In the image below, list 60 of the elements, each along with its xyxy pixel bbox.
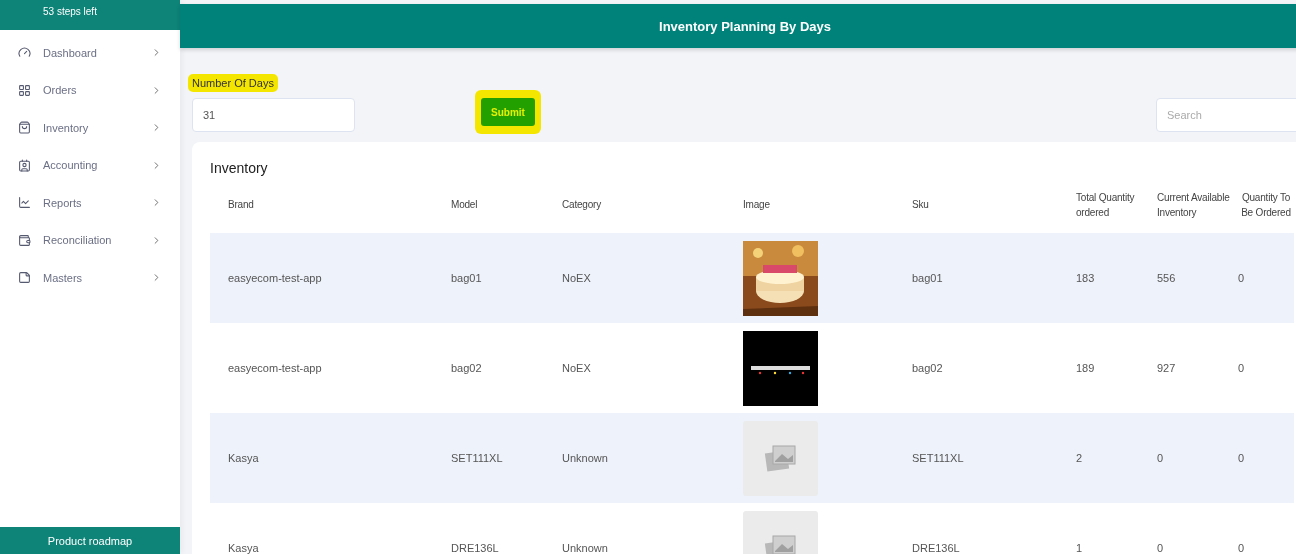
table-cell: 0 [1157,413,1238,503]
sidebar-item[interactable]: Masters [0,259,180,297]
table-cell: Unknown [544,413,725,503]
column-header: Current Available Inventory [1157,176,1238,233]
table-cell: 0 [1238,233,1294,323]
page-header: Inventory Planning By Days [180,4,1296,48]
wallet-icon [18,233,31,247]
table-cell: Unknown [544,503,725,554]
gauge-icon [18,46,31,60]
column-header: Quantity To Be Ordered [1238,176,1294,233]
column-header: Total Quantity ordered [1076,176,1157,233]
table-cell: DRE136L [894,503,1076,554]
table-cell: easyecom-test-app [210,233,433,323]
table-cell: 0 [1238,503,1294,554]
table-cell: SET111XL [894,413,1076,503]
table-cell: bag01 [433,233,544,323]
id-card-icon [18,158,31,172]
search-field[interactable]: Search [1156,98,1296,132]
table-cell: DRE136L [433,503,544,554]
bag-icon [18,121,31,135]
table-cell: 0 [1157,503,1238,554]
table-cell: 0 [1238,323,1294,413]
table-cell: 189 [1076,323,1157,413]
table-cell: SET111XL [433,413,544,503]
table-cell: NoEX [544,233,725,323]
grid-icon [18,83,31,97]
chart-icon [18,196,31,210]
table-cell: 183 [1076,233,1157,323]
table-cell: bag01 [894,233,1076,323]
product-roadmap-button[interactable]: Product roadmap [0,527,180,554]
column-header: Model [433,176,544,233]
sidebar-item[interactable]: Reports [0,184,180,222]
table-cell: 1 [1076,503,1157,554]
table-cell: 556 [1157,233,1238,323]
sidebar-item[interactable]: Orders [0,71,180,109]
image-placeholder-icon [763,444,798,472]
image-placeholder-icon [763,534,798,554]
table-cell: NoEX [544,323,725,413]
table-cell: bag02 [433,323,544,413]
sidebar-item[interactable]: Dashboard [0,34,180,72]
column-header: Category [544,176,725,233]
sidebar-item[interactable]: Reconciliation [0,221,180,259]
column-header: Sku [894,176,1076,233]
table-cell: Kasya [210,413,433,503]
table-cell: bag02 [894,323,1076,413]
column-header: Image [725,176,894,233]
sidebar-item[interactable]: Accounting [0,146,180,184]
steps-left-text: 53 steps left [43,6,97,17]
table-cell: 927 [1157,323,1238,413]
sidebar-item[interactable]: Inventory [0,109,180,147]
table-cell: 2 [1076,413,1157,503]
column-header: Brand [210,176,433,233]
days-input[interactable]: 31 [192,98,355,132]
table-cell: easyecom-test-app [210,323,433,413]
note-icon [18,271,31,285]
table-cell: Kasya [210,503,433,554]
table-cell: 0 [1238,413,1294,503]
submit-button[interactable]: Submit [481,98,535,126]
card-title: Inventory [210,160,269,176]
field-label: Number Of Days [188,74,278,92]
